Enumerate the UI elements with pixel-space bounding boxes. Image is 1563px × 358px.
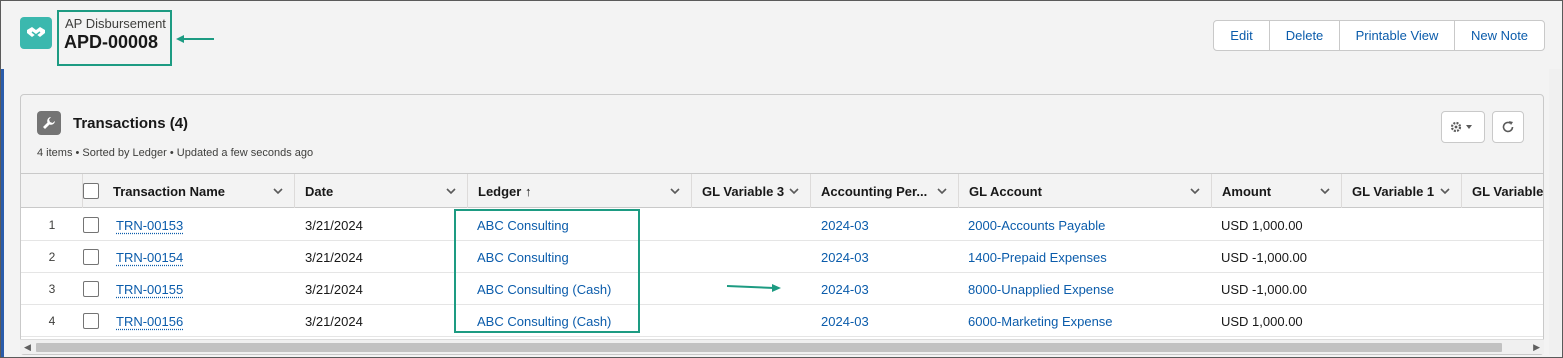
chevron-down-icon[interactable] — [1439, 185, 1451, 197]
transaction-name-link[interactable]: TRN-00156 — [116, 305, 183, 337]
table-row: 2 TRN-00154 3/21/2024 ABC Consulting 202… — [21, 241, 1543, 273]
highlight-box-title — [57, 10, 172, 66]
transaction-name-link[interactable]: TRN-00153 — [116, 209, 183, 241]
scrollbar-thumb[interactable] — [36, 343, 1502, 352]
edit-button[interactable]: Edit — [1214, 21, 1269, 50]
row-number: 3 — [48, 282, 56, 296]
vertical-scrollbar[interactable] — [1549, 69, 1561, 355]
table-row: 1 TRN-00153 3/21/2024 ABC Consulting 202… — [21, 209, 1543, 241]
row-checkbox[interactable] — [83, 281, 99, 297]
horizontal-scrollbar[interactable]: ◀ ▶ — [20, 339, 1544, 354]
transaction-name-link[interactable]: TRN-00155 — [116, 273, 183, 305]
row-number: 2 — [48, 250, 56, 264]
handshake-icon — [20, 17, 52, 49]
date-cell: 3/21/2024 — [305, 281, 363, 297]
amount-cell: USD -1,000.00 — [1221, 281, 1307, 297]
gear-dropdown-button[interactable] — [1441, 111, 1485, 143]
gl-account-link[interactable]: 2000-Accounts Payable — [968, 209, 1105, 241]
table-header: Transaction Name Date Ledger ↑ GL Variab… — [21, 174, 1543, 208]
transactions-related-list: Transactions (4) 4 items • Sorted by Led… — [20, 94, 1544, 355]
col-header-ledger[interactable]: Ledger ↑ — [468, 174, 692, 208]
date-cell: 3/21/2024 — [305, 217, 363, 233]
chevron-down-icon[interactable] — [936, 185, 948, 197]
chevron-down-icon[interactable] — [788, 185, 800, 197]
accounting-period-link[interactable]: 2024-03 — [821, 305, 869, 337]
related-list-title[interactable]: Transactions (4) — [73, 115, 188, 132]
col-header-accounting-period[interactable]: Accounting Per... — [811, 174, 959, 208]
col-header-gl-variable-1[interactable]: GL Variable 1 — [1342, 174, 1462, 208]
table-row: 3 TRN-00155 3/21/2024 ABC Consulting (Ca… — [21, 273, 1543, 305]
row-checkbox-cell — [83, 273, 103, 305]
row-number: 1 — [48, 218, 56, 232]
printable-view-button[interactable]: Printable View — [1339, 21, 1454, 50]
chevron-down-icon[interactable] — [445, 185, 457, 197]
row-number: 4 — [48, 314, 56, 328]
accounting-period-link[interactable]: 2024-03 — [821, 273, 869, 305]
gl-account-link[interactable]: 8000-Unapplied Expense — [968, 273, 1114, 305]
col-header-date[interactable]: Date — [295, 174, 468, 208]
highlight-box-ledger — [454, 209, 640, 333]
scroll-right-icon[interactable]: ▶ — [1533, 342, 1540, 353]
gl-account-link[interactable]: 1400-Prepaid Expenses — [968, 241, 1107, 273]
row-checkbox-cell — [83, 209, 103, 241]
col-header-gl-account[interactable]: GL Account — [959, 174, 1212, 208]
col-header-gl-variable-2[interactable]: GL Variable 2 — [1462, 174, 1543, 208]
annotation-arrow-right-icon — [726, 284, 781, 292]
row-checkbox-cell — [83, 241, 103, 273]
related-list-subtitle: 4 items • Sorted by Ledger • Updated a f… — [37, 147, 314, 159]
row-checkbox-cell — [83, 305, 103, 337]
accounting-period-link[interactable]: 2024-03 — [821, 241, 869, 273]
amount-cell: USD 1,000.00 — [1221, 313, 1303, 329]
delete-button[interactable]: Delete — [1269, 21, 1339, 50]
new-note-button[interactable]: New Note — [1454, 21, 1544, 50]
chevron-down-icon[interactable] — [1319, 185, 1331, 197]
transactions-table: Transaction Name Date Ledger ↑ GL Variab… — [21, 173, 1543, 354]
col-header-amount[interactable]: Amount — [1212, 174, 1342, 208]
col-header-transaction-name[interactable]: Transaction Name — [103, 174, 295, 208]
scroll-left-icon[interactable]: ◀ — [24, 342, 31, 353]
gear-icon — [1450, 121, 1472, 133]
amount-cell: USD 1,000.00 — [1221, 217, 1303, 233]
chevron-down-icon[interactable] — [669, 185, 681, 197]
chevron-down-icon[interactable] — [272, 185, 284, 197]
header-button-group: Edit Delete Printable View New Note — [1213, 20, 1545, 51]
select-all-header — [83, 174, 103, 208]
table-row: 4 TRN-00156 3/21/2024 ABC Consulting (Ca… — [21, 305, 1543, 337]
page-edge — [1, 69, 4, 357]
accounting-period-link[interactable]: 2024-03 — [821, 209, 869, 241]
gl-account-link[interactable]: 6000-Marketing Expense — [968, 305, 1113, 337]
amount-cell: USD -1,000.00 — [1221, 249, 1307, 265]
refresh-button[interactable] — [1492, 111, 1524, 143]
row-checkbox[interactable] — [83, 217, 99, 233]
refresh-icon — [1502, 121, 1514, 133]
transaction-name-link[interactable]: TRN-00154 — [116, 241, 183, 273]
row-checkbox[interactable] — [83, 313, 99, 329]
row-number-header — [21, 174, 83, 208]
select-all-checkbox[interactable] — [83, 183, 99, 199]
annotation-arrow-left-icon — [176, 35, 214, 43]
date-cell: 3/21/2024 — [305, 249, 363, 265]
wrench-icon — [37, 111, 61, 135]
row-checkbox[interactable] — [83, 249, 99, 265]
col-header-gl-variable-3[interactable]: GL Variable 3 — [692, 174, 811, 208]
date-cell: 3/21/2024 — [305, 313, 363, 329]
chevron-down-icon[interactable] — [1189, 185, 1201, 197]
